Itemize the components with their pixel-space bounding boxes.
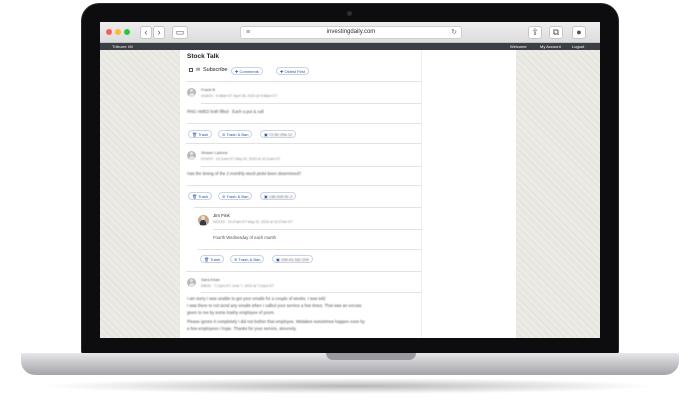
comment-body-line: given to me by some trashy employee of y… (187, 310, 275, 315)
reload-icon[interactable]: ↻ (451, 27, 457, 38)
comment-author[interactable]: Shawn Ladone (201, 150, 228, 155)
subscribe-label: Subscribe (203, 67, 228, 73)
ip-address: 136.226.51.3 (268, 194, 293, 199)
ip-address: 72.52.254.12 (268, 132, 293, 137)
site-logo[interactable]: Tribune IM (112, 43, 133, 50)
comment-author[interactable]: Sara Khan (201, 277, 220, 282)
laptop-shadow (40, 378, 660, 394)
ip-address: 199.43.162.209 (280, 257, 309, 262)
share-button[interactable]: ⇪ (528, 26, 542, 39)
comment-meta: 5/8/23 · 7:12pm ET June 7, 2023 at 7:12p… (201, 284, 275, 288)
logout-link[interactable]: Logout (572, 43, 584, 50)
comment-meta: 5/22/23 · 10:27am ET May 22, 2023 at 10:… (213, 220, 293, 224)
forward-button[interactable]: › (153, 26, 165, 39)
laptop-base (21, 353, 679, 375)
comment-body-line: I am sorry I was unable to get your emai… (187, 296, 326, 301)
comment-body: RNG AMED both filled · Each a put & call (187, 109, 264, 114)
comment-body-line: a few employees I hope. Thanks for your … (187, 326, 297, 331)
comments-sort-button[interactable]: ✚ Comments (231, 67, 263, 75)
right-rail (421, 50, 516, 338)
welcome-text: Welcome (510, 44, 527, 49)
avatar (187, 151, 196, 160)
back-button[interactable]: ‹ (140, 26, 152, 39)
comment-meta: 9/18/23 · 9:38am ET April 28, 2023 at 9:… (201, 94, 278, 98)
extension-icon: ● (576, 27, 582, 37)
avatar (187, 278, 196, 287)
chevron-right-icon: › (157, 27, 161, 37)
sidebar-icon: ▭ (175, 27, 185, 37)
tabs-icon: ⧉ (552, 27, 560, 37)
share-icon: ⇪ (531, 27, 539, 37)
reader-icon[interactable]: ≡ (246, 27, 250, 38)
comment-meta: 5/19/23 · 10:11am ET May 22, 2023 at 10:… (201, 157, 281, 161)
comment-body: Has the timing of the 2 monthly stock pi… (187, 171, 302, 176)
laptop-screen: ‹ › ▭ ≡ investingdaily.com ↻ ⇪ ⧉ ● Tribu… (100, 22, 600, 338)
comment-body: Fourth Wednesday of each month (213, 235, 277, 240)
comment-body-line: I was there to not send any emails when … (187, 303, 362, 308)
avatar (187, 88, 196, 97)
site-header: Tribune IM Welcome My Account Logout (100, 43, 600, 50)
ip-address-button[interactable]: ▣ 72.52.254.12 (260, 130, 297, 138)
my-account-link[interactable]: My Account (540, 43, 561, 50)
avatar-photo (198, 215, 209, 226)
page-background: Stock Talk ✉ Subscribe ✚ Comments ✚ Olde… (100, 50, 600, 338)
url-text: investingdaily.com (326, 29, 376, 35)
minimize-window-button[interactable] (115, 29, 121, 35)
close-window-button[interactable] (106, 29, 112, 35)
stock-talk-title: Stock Talk (187, 53, 220, 60)
comment-author[interactable]: Frank B (201, 87, 215, 92)
envelope-icon: ✉ (196, 67, 201, 73)
tab-overview-button[interactable]: ⧉ (549, 26, 563, 39)
trash-button[interactable]: 🗑 Trash (188, 192, 213, 200)
trash-button[interactable]: 🗑 Trash (200, 255, 225, 263)
camera (347, 11, 352, 16)
zoom-window-button[interactable] (124, 29, 130, 35)
ip-address-button[interactable]: ▣ 199.43.162.209 (272, 255, 313, 263)
trash-ban-button[interactable]: ⊘ Trash & Ban (230, 255, 265, 263)
trash-ban-button[interactable]: ⊘ Trash & Ban (218, 130, 253, 138)
chevron-left-icon: ‹ (144, 27, 148, 37)
address-bar[interactable]: ≡ investingdaily.com ↻ (240, 26, 462, 39)
ip-address-button[interactable]: ▣ 136.226.51.3 (260, 192, 297, 200)
trash-button[interactable]: 🗑 Trash (188, 130, 213, 138)
trash-ban-button[interactable]: ⊘ Trash & Ban (218, 192, 253, 200)
sidebar-toggle-button[interactable]: ▭ (172, 26, 188, 39)
comment-author[interactable]: Jim Fink (213, 213, 230, 218)
browser-toolbar: ‹ › ▭ ≡ investingdaily.com ↻ ⇪ ⧉ ● (100, 22, 600, 43)
extension-button[interactable]: ● (572, 26, 586, 39)
oldest-first-button[interactable]: ✚ Oldest First (276, 67, 309, 75)
comment-body-line: Please ignore it completely I did not bo… (187, 319, 365, 324)
laptop-notch (326, 353, 416, 360)
subscribe-checkbox[interactable] (189, 68, 193, 72)
